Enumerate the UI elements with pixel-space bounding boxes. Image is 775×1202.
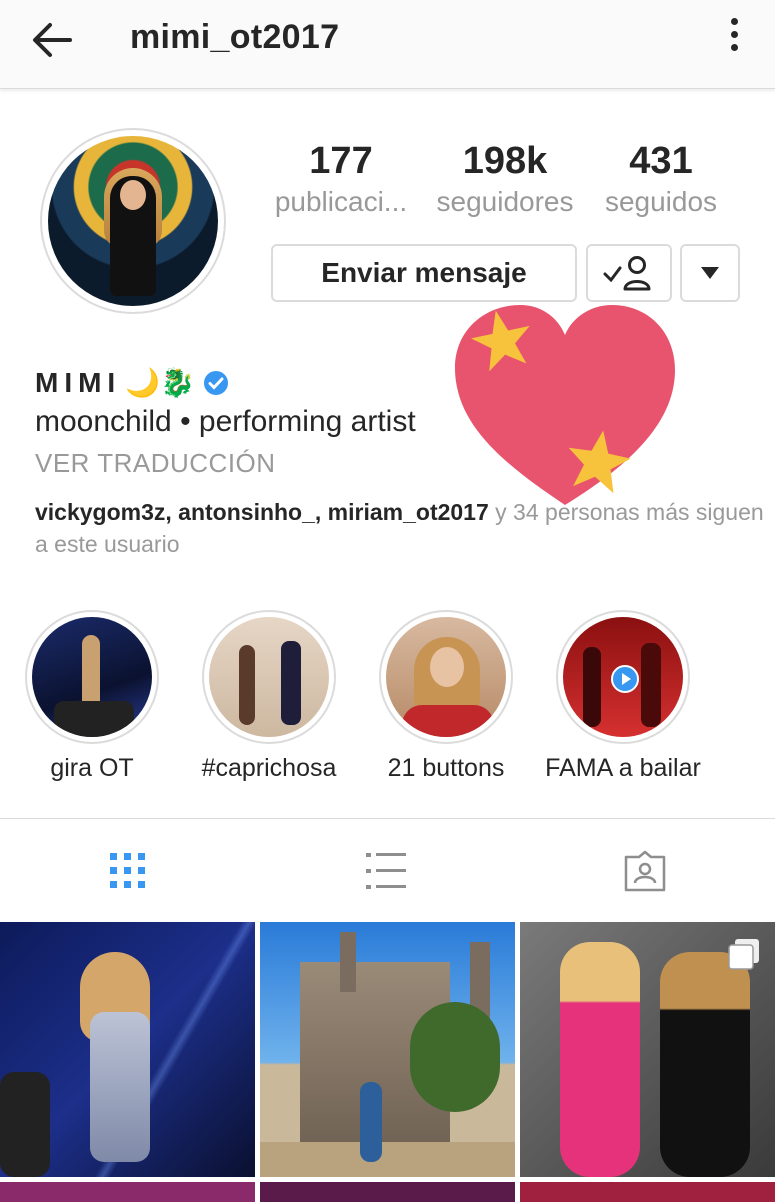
following-button[interactable] [586,244,672,302]
followers-count: 198k [462,140,548,182]
multiple-photos-icon [728,939,759,970]
post-thumbnail[interactable] [0,1182,255,1202]
chevron-down-icon [701,267,719,279]
profile-view-tabs [0,818,775,923]
back-arrow-icon[interactable] [30,20,74,60]
highlight-image [32,617,152,737]
more-options-icon[interactable] [722,18,746,58]
highlight-image [386,617,506,737]
post-thumbnail[interactable] [0,922,255,1177]
following-count: 431 [629,140,693,182]
highlight-caprichosa[interactable]: #caprichosa [179,610,359,783]
stat-following[interactable]: 431 seguidos [586,140,736,222]
avatar-image [48,136,218,306]
top-bar: mimi_ot2017 [0,0,775,89]
followers-label: seguidores [436,186,574,217]
display-name-emoji: 🌙🐉 [125,367,195,398]
play-icon [611,665,639,693]
highlight-21-buttons[interactable]: 21 buttons [356,610,536,783]
see-translation-link[interactable]: VER TRADUCCIÓN [35,448,276,479]
heart-sparkle-sticker [455,305,675,505]
post-thumbnail[interactable] [260,1182,515,1202]
posts-count: 177 [309,140,373,182]
stat-posts[interactable]: 177 publicaci... [266,140,416,222]
profile-display-name: MIMI 🌙🐉 [35,366,229,399]
stat-followers[interactable]: 198k seguidores [430,140,580,222]
user-check-icon [603,256,651,291]
highlight-label: gira OT [50,754,134,782]
highlight-label: FAMA a bailar [545,754,701,782]
highlight-label: #caprichosa [201,754,337,782]
followed-by-names: vickygom3z, antonsinho_, miriam_ot2017 [35,499,489,525]
highlight-label: 21 buttons [387,754,505,782]
display-name-text: MIMI [35,366,122,398]
list-view-tab[interactable] [364,849,408,893]
posts-label: publicaci... [274,186,408,217]
highlight-image [563,617,683,737]
followed-by-text[interactable]: vickygom3z, antonsinho_, miriam_ot2017 y… [35,496,765,560]
suggestions-dropdown-button[interactable] [680,244,740,302]
post-thumbnail[interactable] [260,922,515,1177]
profile-avatar[interactable] [40,128,226,314]
profile-username: mimi_ot2017 [130,18,340,56]
profile-bio: moonchild • performing artist [35,405,416,438]
highlight-image [209,617,329,737]
highlight-fama-a-bailar[interactable]: FAMA a bailar [533,610,713,783]
verified-badge-icon [203,370,228,395]
post-thumbnail[interactable] [520,1182,775,1202]
following-label: seguidos [604,186,718,217]
tagged-tab[interactable] [623,849,667,893]
send-message-button[interactable]: Enviar mensaje [271,244,577,302]
list-icon [366,853,406,889]
posts-grid [0,922,775,1202]
grid-icon [110,853,145,888]
highlight-gira-ot[interactable]: gira OT [2,610,182,783]
grid-view-tab[interactable] [106,849,150,893]
post-thumbnail[interactable] [520,922,775,1177]
tagged-user-icon [624,850,666,892]
